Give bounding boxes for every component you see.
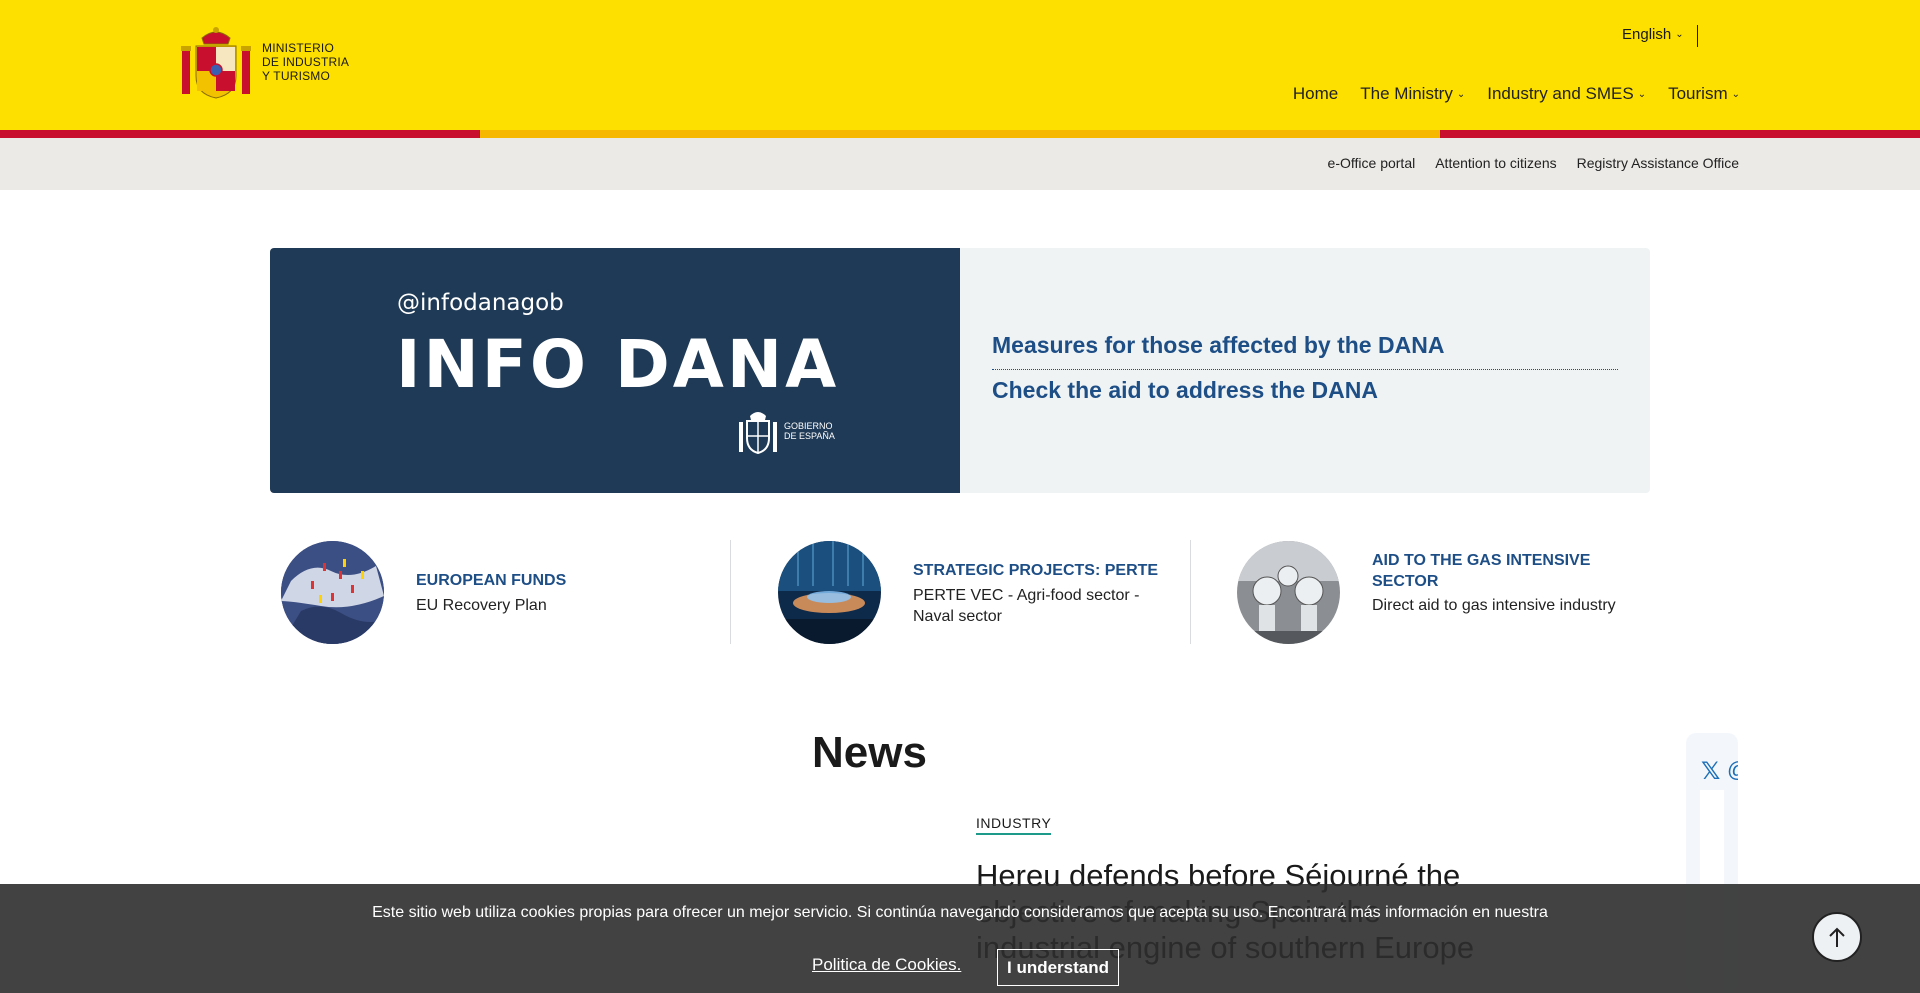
news-category-tag[interactable]: INDUSTRY <box>976 815 1052 835</box>
card-description: PERTE VEC - Agri-food sector - Naval sec… <box>913 587 1140 625</box>
nav-item-industry-and-smes[interactable]: Industry and SMES ⌄ <box>1487 84 1646 104</box>
featured-cards: EUROPEAN FUNDS EU Recovery Plan STRATEGI… <box>270 540 1650 644</box>
card-european-funds[interactable]: EUROPEAN FUNDS EU Recovery Plan <box>270 540 730 644</box>
language-label: English <box>1622 26 1672 43</box>
secondary-nav: e-Office portal Attention to citizens Re… <box>1328 155 1739 171</box>
card-title: STRATEGIC PROJECTS: PERTE <box>913 562 1159 579</box>
cookie-banner: Este sitio web utiliza cookies propias p… <box>0 884 1920 993</box>
card-description: EU Recovery Plan <box>416 597 547 614</box>
language-selector[interactable]: English ⌄ <box>1622 26 1684 43</box>
chevron-down-icon: ⌄ <box>1637 88 1647 100</box>
scroll-to-top-button[interactable] <box>1812 912 1862 962</box>
sub-nav-e-office-portal[interactable]: e-Office portal <box>1328 155 1416 171</box>
info-dana-banner: @infodanagob INFO DANA GOBIERNO DE ESPAÑ… <box>270 248 1650 493</box>
chevron-down-icon: ⌄ <box>1675 29 1684 40</box>
sub-nav-attention-to-citizens[interactable]: Attention to citizens <box>1435 155 1556 171</box>
chevron-down-icon: ⌄ <box>1456 88 1466 100</box>
banner-link-divider <box>992 369 1618 370</box>
gobierno-line: GOBIERNO <box>784 421 833 431</box>
cookie-policy-link[interactable]: Politica de Cookies. <box>812 955 961 975</box>
arrow-up-icon <box>1829 927 1845 947</box>
x-twitter-icon[interactable]: 𝕏 <box>1701 757 1720 786</box>
card-title: EUROPEAN FUNDS <box>416 572 567 589</box>
nav-item-label: Industry and SMES <box>1487 84 1634 103</box>
secondary-nav-bar: e-Office portal Attention to citizens Re… <box>0 138 1920 190</box>
flag-stripe-red-right <box>1440 130 1920 138</box>
spain-coat-of-arms-icon <box>181 27 251 99</box>
gas-intensive-image <box>1237 541 1340 644</box>
card-title: AID TO THE GAS INTENSIVE SECTOR <box>1372 552 1591 590</box>
spain-coat-of-arms-icon <box>739 412 777 454</box>
check-aid-dana-link[interactable]: Check the aid to address the DANA <box>992 377 1378 404</box>
info-dana-image[interactable]: @infodanagob INFO DANA GOBIERNO DE ESPAÑ… <box>270 248 960 493</box>
measures-dana-link[interactable]: Measures for those affected by the DANA <box>992 332 1444 359</box>
accept-cookies-button[interactable]: I understand <box>997 949 1120 986</box>
card-gas-intensive-sector[interactable]: AID TO THE GAS INTENSIVE SECTOR Direct a… <box>1190 540 1650 644</box>
flag-stripe-yellow <box>480 130 1440 138</box>
main-nav: Home The Ministry ⌄ Industry and SMES ⌄ … <box>1293 84 1740 104</box>
nav-item-label: Tourism <box>1668 84 1728 103</box>
ministry-logo[interactable]: MINISTERIO DE INDUSTRIA Y TURISMO <box>180 24 349 100</box>
news-section-title: News <box>812 728 927 777</box>
nav-item-the-ministry[interactable]: The Ministry ⌄ <box>1360 84 1465 104</box>
gobierno-text: GOBIERNO DE ESPAÑA <box>784 421 835 441</box>
logo-line: Y TURISMO <box>262 69 331 83</box>
card-description: Direct aid to gas intensive industry <box>1372 597 1616 614</box>
european-funds-image <box>281 541 384 644</box>
nav-item-home[interactable]: Home <box>1293 84 1338 104</box>
chevron-down-icon: ⌄ <box>1731 88 1740 100</box>
banner-title: INFO DANA <box>396 326 840 403</box>
nav-item-tourism[interactable]: Tourism ⌄ <box>1668 84 1740 104</box>
logo-line: MINISTERIO <box>262 41 335 55</box>
cookie-message: Este sitio web utiliza cookies propias p… <box>372 904 1548 921</box>
card-strategic-projects-perte[interactable]: STRATEGIC PROJECTS: PERTE PERTE VEC - Ag… <box>730 540 1190 644</box>
gobierno-logo: GOBIERNO DE ESPAÑA <box>738 408 835 454</box>
logo-line: DE INDUSTRIA <box>262 55 350 69</box>
at-icon: @ <box>1727 757 1738 783</box>
gobierno-line: DE ESPAÑA <box>784 431 835 441</box>
sub-nav-registry-assistance-office[interactable]: Registry Assistance Office <box>1577 155 1739 171</box>
nav-item-label: The Ministry <box>1360 84 1453 103</box>
logo-text: MINISTERIO DE INDUSTRIA Y TURISMO <box>262 41 349 83</box>
banner-links-panel: Measures for those affected by the DANA … <box>960 248 1650 493</box>
banner-handle: @infodanagob <box>397 290 564 316</box>
nav-item-label: Home <box>1292 84 1339 103</box>
flag-stripe-red-left <box>0 130 480 138</box>
perte-image <box>778 541 881 644</box>
header-divider <box>1697 25 1698 47</box>
